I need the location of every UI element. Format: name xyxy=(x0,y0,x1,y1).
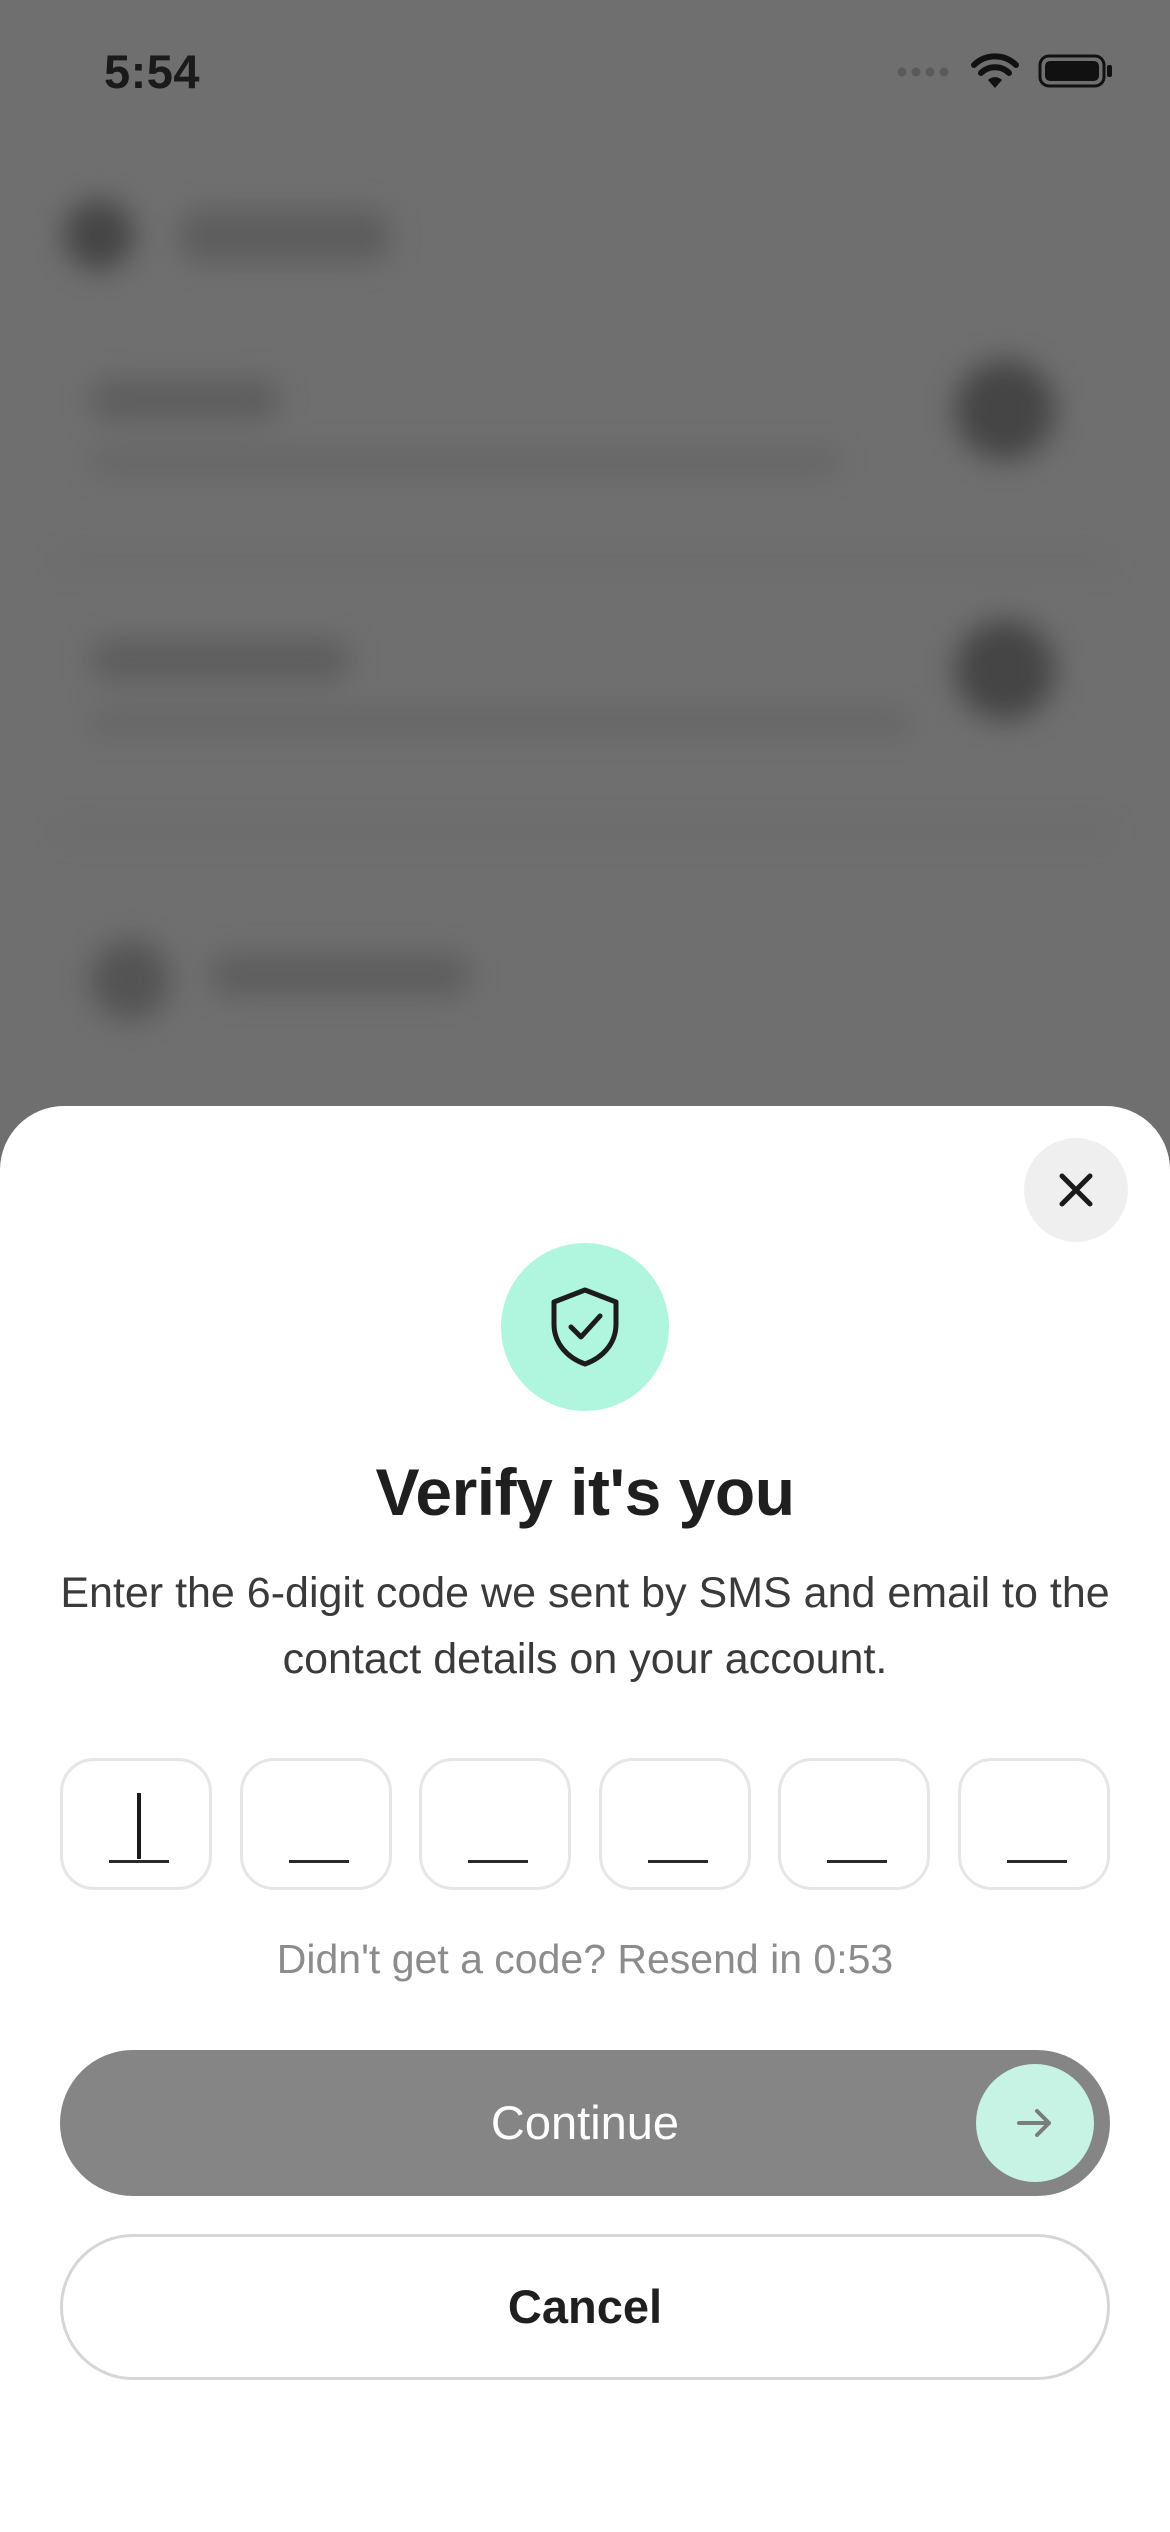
background-row-text xyxy=(90,450,840,474)
otp-digit-3[interactable] xyxy=(419,1758,572,1890)
text-cursor xyxy=(137,1793,141,1859)
wifi-icon xyxy=(971,53,1019,88)
background-heading xyxy=(180,210,390,262)
close-button[interactable] xyxy=(1024,1138,1128,1242)
cellular-signal-icon xyxy=(897,67,949,77)
background-row-icon xyxy=(90,940,170,1020)
otp-underline xyxy=(1006,1860,1067,1863)
cancel-button[interactable]: Cancel xyxy=(60,2234,1110,2380)
otp-underline xyxy=(468,1860,529,1863)
sheet-description: Enter the 6-digit code we sent by SMS an… xyxy=(60,1569,1110,1683)
otp-underline xyxy=(288,1860,349,1863)
background-divider xyxy=(60,830,1110,833)
otp-digit-6[interactable] xyxy=(957,1758,1110,1890)
verification-sheet: Verify it's you Enter the 6-digit code w… xyxy=(0,1106,1170,2532)
otp-underline xyxy=(647,1860,708,1863)
status-time: 5:54 xyxy=(104,45,201,98)
continue-button[interactable]: Continue xyxy=(60,2050,1110,2196)
background-app-blurred xyxy=(0,0,1170,1200)
resend-countdown: Didn't get a code? Resend in 0:53 xyxy=(276,1936,894,1982)
battery-icon xyxy=(1038,54,1112,88)
background-row-icon xyxy=(955,620,1055,720)
otp-digit-4[interactable] xyxy=(598,1758,751,1890)
background-divider xyxy=(60,560,1110,563)
status-bar: 5:54 xyxy=(0,0,1170,150)
shield-check-icon xyxy=(551,1287,619,1367)
otp-underline xyxy=(827,1860,888,1863)
background-avatar xyxy=(64,200,134,270)
otp-digit-5[interactable] xyxy=(778,1758,931,1890)
arrow-right-icon xyxy=(1017,2109,1051,2137)
continue-arrow-circle xyxy=(976,2064,1094,2182)
status-icons xyxy=(896,52,1114,90)
background-row-title xyxy=(210,955,470,995)
otp-digit-2[interactable] xyxy=(239,1758,392,1890)
continue-label: Continue xyxy=(490,2096,680,2149)
background-row-icon xyxy=(955,360,1055,460)
otp-input-row xyxy=(60,1758,1110,1890)
close-icon xyxy=(1059,1173,1093,1207)
shield-badge xyxy=(501,1243,669,1411)
background-row-text xyxy=(90,710,910,734)
background-row-title xyxy=(90,640,350,680)
background-row-title xyxy=(90,380,280,420)
otp-digit-1[interactable] xyxy=(60,1758,212,1890)
sheet-title: Verify it's you xyxy=(375,1455,795,1529)
otp-underline xyxy=(109,1860,169,1863)
